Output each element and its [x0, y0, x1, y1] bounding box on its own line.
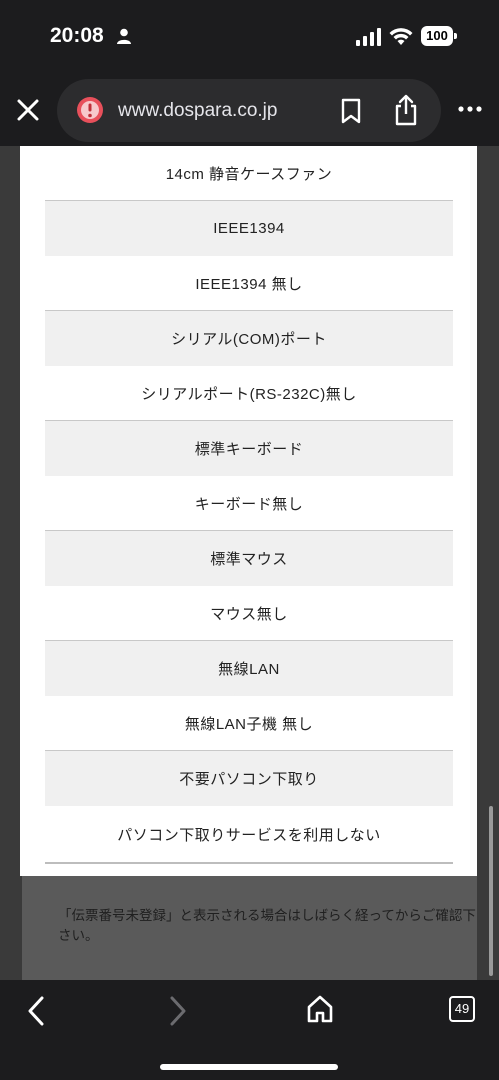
status-bar: 20:08 100 — [0, 0, 499, 74]
option-standard-mouse[interactable]: 標準マウス — [45, 531, 453, 586]
back-icon[interactable] — [26, 996, 46, 1026]
scrollbar[interactable] — [489, 806, 493, 976]
background-notice: 「伝票番号未登録」と表示される場合はしばらく経ってからご確認下さい。 — [58, 908, 476, 943]
signal-icon — [356, 28, 381, 46]
person-icon — [117, 28, 131, 44]
option-mouse-none[interactable]: マウス無し — [45, 586, 453, 641]
home-icon[interactable] — [306, 994, 334, 1024]
option-ieee1394-none[interactable]: IEEE1394 無し — [45, 256, 453, 311]
option-wireless-lan-none[interactable]: 無線LAN子機 無し — [45, 696, 453, 751]
option-ieee1394[interactable]: IEEE1394 — [45, 201, 453, 256]
status-time: 20:08 — [50, 24, 104, 47]
options-modal: 14cm 静音ケースファン IEEE1394 IEEE1394 無し シリアル(… — [20, 146, 477, 876]
forward-icon[interactable] — [168, 996, 188, 1026]
bookmark-icon[interactable] — [340, 98, 362, 124]
option-wireless-lan[interactable]: 無線LAN — [45, 641, 453, 696]
tabs-icon[interactable]: 49 — [449, 996, 475, 1022]
battery-tip — [454, 33, 457, 39]
option-serial-port-none[interactable]: シリアルポート(RS-232C)無し — [45, 366, 453, 421]
option-serial-port[interactable]: シリアル(COM)ポート — [45, 311, 453, 366]
share-icon[interactable] — [393, 94, 419, 126]
option-list: 14cm 静音ケースファン IEEE1394 IEEE1394 無し シリアル(… — [45, 146, 453, 864]
option-keyboard-none[interactable]: キーボード無し — [45, 476, 453, 531]
url-text[interactable]: www.dospara.co.jp — [118, 100, 277, 122]
home-indicator — [160, 1064, 338, 1070]
battery-icon: 100 — [421, 26, 457, 46]
address-field[interactable]: www.dospara.co.jp — [57, 79, 441, 142]
option-standard-keyboard[interactable]: 標準キーボード — [45, 421, 453, 476]
warning-icon[interactable] — [76, 96, 104, 124]
option-pc-tradein[interactable]: 不要パソコン下取り — [45, 751, 453, 806]
option-pc-tradein-none[interactable]: パソコン下取りサービスを利用しない — [45, 806, 453, 864]
browser-url-bar: www.dospara.co.jp — [0, 74, 499, 146]
browser-toolbar: 49 — [0, 980, 499, 1080]
close-icon[interactable] — [14, 96, 42, 124]
more-icon[interactable] — [457, 104, 483, 114]
battery-level: 100 — [421, 26, 453, 46]
wifi-icon — [389, 28, 413, 45]
option-case-fan[interactable]: 14cm 静音ケースファン — [45, 146, 453, 201]
